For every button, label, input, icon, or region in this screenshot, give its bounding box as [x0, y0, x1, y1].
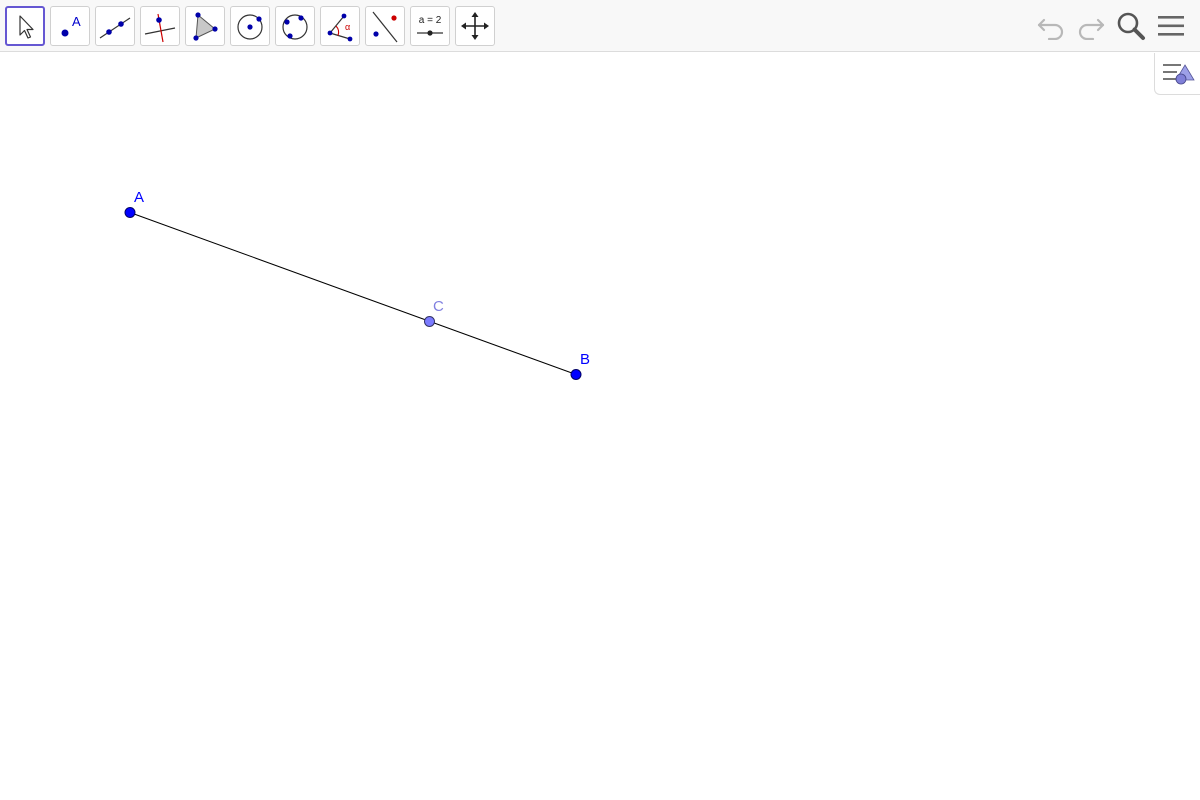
- main-menu-button[interactable]: [1154, 8, 1188, 44]
- style-bar-toggle[interactable]: [1154, 53, 1200, 95]
- search-icon: [1117, 12, 1145, 40]
- point-c[interactable]: [424, 316, 435, 327]
- segment-ab[interactable]: [129, 212, 577, 375]
- slider-tool-glyph: a = 2: [419, 15, 442, 26]
- reflect-icon: [372, 11, 398, 43]
- undo-icon: [1037, 18, 1064, 40]
- slider-icon: a = 2: [417, 15, 443, 36]
- slider-tool[interactable]: a = 2: [410, 6, 450, 46]
- move-graphics-view-tool[interactable]: [455, 6, 495, 46]
- perpendicular-line-icon: [144, 13, 176, 43]
- arrow-cursor-icon: [19, 15, 34, 39]
- polygon-tool[interactable]: [185, 6, 225, 46]
- point-b-label: B: [580, 351, 590, 368]
- point-c-label: C: [433, 298, 444, 315]
- perpendicular-line-tool[interactable]: [140, 6, 180, 46]
- line-through-two-points-icon: [99, 17, 131, 39]
- move-arrows-icon: [461, 12, 489, 40]
- point-a-label: A: [134, 189, 144, 206]
- line-tool[interactable]: [95, 6, 135, 46]
- geogebra-app: A α a = 2 A B C: [0, 0, 1200, 800]
- angle-tool[interactable]: α: [320, 6, 360, 46]
- redo-button[interactable]: [1074, 8, 1108, 44]
- search-button[interactable]: [1114, 8, 1148, 44]
- graphics-canvas[interactable]: A B C: [0, 53, 1200, 800]
- polygon-icon: [193, 12, 218, 41]
- undo-button[interactable]: [1034, 8, 1068, 44]
- tool-list: A α a = 2: [5, 6, 495, 46]
- point-tool[interactable]: A: [50, 6, 90, 46]
- style-bar-icon: [1162, 63, 1195, 84]
- circle-three-points-tool[interactable]: [275, 6, 315, 46]
- circle-center-point-tool[interactable]: [230, 6, 270, 46]
- reflect-about-line-tool[interactable]: [365, 6, 405, 46]
- angle-icon: α: [327, 13, 353, 42]
- point-icon: A: [61, 14, 81, 37]
- angle-tool-glyph: α: [345, 22, 350, 32]
- redo-icon: [1078, 18, 1105, 40]
- move-tool[interactable]: [5, 6, 45, 46]
- point-b[interactable]: [570, 369, 582, 380]
- point-tool-glyph: A: [72, 14, 81, 29]
- hamburger-menu-icon: [1158, 16, 1184, 36]
- toolbar: A α a = 2: [0, 0, 1200, 52]
- circle-three-points-icon: [282, 14, 308, 40]
- circle-with-center-icon: [237, 14, 263, 40]
- point-a[interactable]: [124, 207, 136, 218]
- graphics-view[interactable]: A B C: [0, 53, 1200, 800]
- toolbar-actions: [1034, 8, 1188, 44]
